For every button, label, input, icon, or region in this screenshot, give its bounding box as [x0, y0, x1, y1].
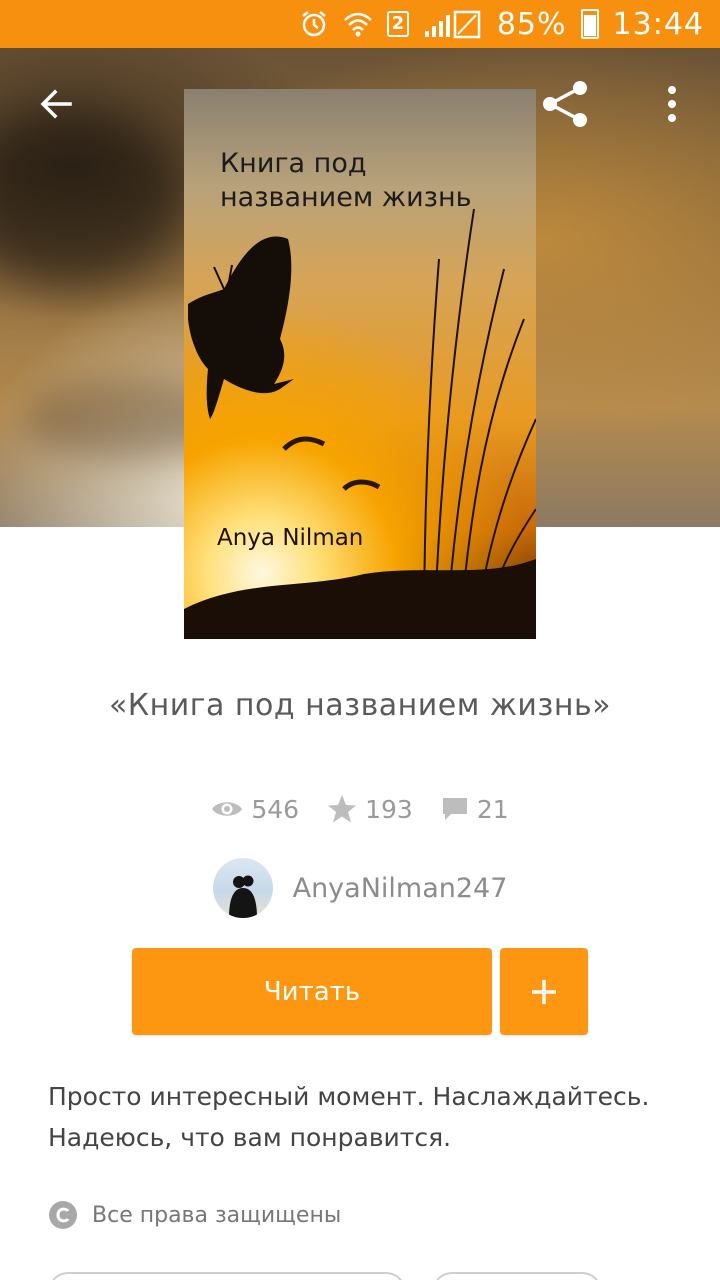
share-icon: [543, 81, 587, 127]
status-bar: 2 85% 13:44: [0, 0, 720, 48]
avatar[interactable]: [212, 858, 273, 918]
copyright-label: Все права защищены: [92, 1202, 342, 1228]
eye-icon: [212, 802, 243, 816]
more-vertical-icon: [668, 86, 676, 122]
plus-icon: [532, 979, 556, 1004]
book-title: «Книга под названием жизнь»: [108, 688, 612, 723]
battery-icon: [580, 9, 599, 39]
copyright-icon: [49, 1201, 77, 1229]
battery-percent: 85%: [496, 6, 567, 42]
comments-stat: 21: [441, 795, 509, 824]
clock: 13:44: [612, 6, 704, 42]
add-to-library-button[interactable]: [500, 948, 588, 1035]
tag-chip[interactable]: [432, 1272, 602, 1280]
cover-author: Anya Nilman: [217, 525, 364, 551]
views-stat: 546: [211, 795, 299, 824]
read-button[interactable]: Читать: [132, 948, 492, 1035]
share-button[interactable]: [536, 74, 596, 134]
alarm-icon: [299, 9, 329, 39]
copyright-row: Все права защищены: [48, 1198, 341, 1232]
author-row[interactable]: AnyaNilman247: [0, 857, 720, 919]
book-stats: 546 193 21: [0, 789, 720, 829]
book-cover[interactable]: Книга под названием жизнь Anya Nilman: [184, 89, 536, 639]
star-icon: [328, 795, 357, 823]
signal-icon: [423, 9, 483, 39]
author-username[interactable]: AnyaNilman247: [293, 873, 508, 904]
more-options-button[interactable]: [642, 74, 702, 134]
views-count: 546: [251, 794, 300, 824]
back-button[interactable]: [26, 74, 86, 134]
cover-title: Книга под названием жизнь: [220, 148, 472, 213]
couple-silhouette-image: [228, 875, 257, 918]
tag-chip[interactable]: [48, 1272, 406, 1280]
wifi-icon: [343, 10, 373, 38]
comment-icon: [442, 798, 467, 820]
sim-icon: 2: [386, 11, 409, 37]
book-description: Просто интересный момент. Наслаждайтесь.…: [48, 1082, 650, 1152]
arrow-left-icon: [40, 89, 72, 119]
stars-count: 193: [365, 794, 413, 824]
comments-count: 21: [476, 794, 509, 824]
stars-stat: 193: [327, 794, 413, 824]
